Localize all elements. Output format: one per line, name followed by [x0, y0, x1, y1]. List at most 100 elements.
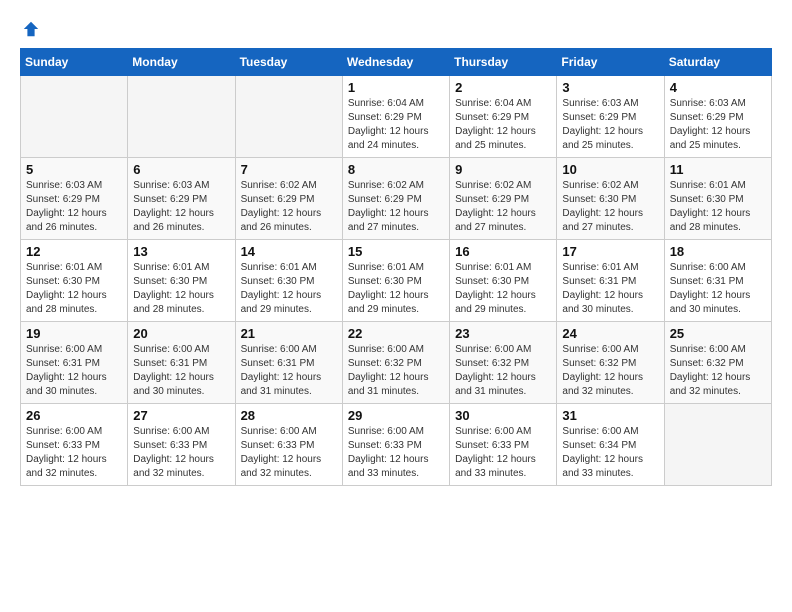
calendar-cell: 26Sunrise: 6:00 AM Sunset: 6:33 PM Dayli… — [21, 404, 128, 486]
day-number: 16 — [455, 244, 551, 259]
day-number: 21 — [241, 326, 337, 341]
calendar-cell: 13Sunrise: 6:01 AM Sunset: 6:30 PM Dayli… — [128, 240, 235, 322]
calendar-cell: 31 Sunrise: 6:00 AM Sunset: 6:34 PM Dayli… — [557, 404, 664, 486]
day-number: 29 — [348, 408, 444, 423]
day-number: 25 — [670, 326, 766, 341]
weekday-header-thursday: Thursday — [450, 49, 557, 76]
calendar-table: SundayMondayTuesdayWednesdayThursdayFrid… — [20, 48, 772, 486]
calendar-cell — [235, 76, 342, 158]
calendar-week-row: 12 Sunrise: 6:01 AM Sunset: 6:30 PM Dayli… — [21, 240, 772, 322]
calendar-week-row: 1Sunrise: 6:04 AM Sunset: 6:29 PM Daylig… — [21, 76, 772, 158]
day-info: Sunrise: 6:02 AM Sunset: 6:29 PM Dayligh… — [348, 179, 444, 235]
day-info: Sunrise: 6:00 AM Sunset: 6:33 PM Dayligh… — [133, 425, 229, 481]
calendar-cell: 6 Sunrise: 6:03 AM Sunset: 6:29 PM Daylig… — [128, 158, 235, 240]
page-header — [20, 20, 772, 38]
day-info: Sunrise: 6:01 AM Sunset: 6:30 PM Dayligh… — [455, 261, 551, 317]
day-number: 30 — [455, 408, 551, 423]
day-info: Sunrise: 6:01 AM Sunset: 6:30 PM Dayligh… — [241, 261, 337, 317]
day-number: 7 — [241, 162, 337, 177]
day-info: Sunrise: 6:02 AM Sunset: 6:30 PM Dayligh… — [562, 179, 658, 235]
day-number: 31 — [562, 408, 658, 423]
calendar-cell: 30 Sunrise: 6:00 AM Sunset: 6:33 PM Dayli… — [450, 404, 557, 486]
day-info: Sunrise: 6:01 AM Sunset: 6:31 PM Dayligh… — [562, 261, 658, 317]
day-info: Sunrise: 6:00 AM Sunset: 6:31 PM Dayligh… — [241, 343, 337, 399]
calendar-cell: 24 Sunrise: 6:00 AM Sunset: 6:32 PM Dayli… — [557, 322, 664, 404]
day-info: Sunrise: 6:03 AM Sunset: 6:29 PM Dayligh… — [133, 179, 229, 235]
day-info: Sunrise: 6:01 AM Sunset: 6:30 PM Dayligh… — [133, 261, 229, 317]
day-number: 6 — [133, 162, 229, 177]
day-info: Sunrise: 6:00 AM Sunset: 6:33 PM Dayligh… — [455, 425, 551, 481]
day-info: Sunrise: 6:00 AM Sunset: 6:33 PM Dayligh… — [26, 425, 122, 481]
day-number: 14 — [241, 244, 337, 259]
weekday-header-monday: Monday — [128, 49, 235, 76]
day-info: Sunrise: 6:00 AM Sunset: 6:31 PM Dayligh… — [26, 343, 122, 399]
calendar-week-row: 19 Sunrise: 6:00 AM Sunset: 6:31 PM Dayli… — [21, 322, 772, 404]
weekday-header-saturday: Saturday — [664, 49, 771, 76]
day-info: Sunrise: 6:02 AM Sunset: 6:29 PM Dayligh… — [455, 179, 551, 235]
calendar-cell — [128, 76, 235, 158]
day-number: 5 — [26, 162, 122, 177]
logo-icon — [22, 20, 40, 38]
calendar-cell: 10 Sunrise: 6:02 AM Sunset: 6:30 PM Dayli… — [557, 158, 664, 240]
weekday-header-wednesday: Wednesday — [342, 49, 449, 76]
day-info: Sunrise: 6:00 AM Sunset: 6:33 PM Dayligh… — [348, 425, 444, 481]
weekday-header-row: SundayMondayTuesdayWednesdayThursdayFrid… — [21, 49, 772, 76]
calendar-week-row: 5 Sunrise: 6:03 AM Sunset: 6:29 PM Daylig… — [21, 158, 772, 240]
calendar-cell: 28Sunrise: 6:00 AM Sunset: 6:33 PM Dayli… — [235, 404, 342, 486]
day-number: 22 — [348, 326, 444, 341]
weekday-header-sunday: Sunday — [21, 49, 128, 76]
day-number: 23 — [455, 326, 551, 341]
calendar-cell: 14 Sunrise: 6:01 AM Sunset: 6:30 PM Dayli… — [235, 240, 342, 322]
weekday-header-tuesday: Tuesday — [235, 49, 342, 76]
day-number: 20 — [133, 326, 229, 341]
calendar-cell: 20 Sunrise: 6:00 AM Sunset: 6:31 PM Dayli… — [128, 322, 235, 404]
calendar-week-row: 26Sunrise: 6:00 AM Sunset: 6:33 PM Dayli… — [21, 404, 772, 486]
calendar-cell: 1Sunrise: 6:04 AM Sunset: 6:29 PM Daylig… — [342, 76, 449, 158]
calendar-cell: 17Sunrise: 6:01 AM Sunset: 6:31 PM Dayli… — [557, 240, 664, 322]
day-number: 11 — [670, 162, 766, 177]
calendar-cell — [21, 76, 128, 158]
day-info: Sunrise: 6:00 AM Sunset: 6:32 PM Dayligh… — [562, 343, 658, 399]
day-number: 3 — [562, 80, 658, 95]
day-info: Sunrise: 6:00 AM Sunset: 6:31 PM Dayligh… — [133, 343, 229, 399]
day-info: Sunrise: 6:00 AM Sunset: 6:32 PM Dayligh… — [670, 343, 766, 399]
day-info: Sunrise: 6:03 AM Sunset: 6:29 PM Dayligh… — [670, 97, 766, 153]
day-number: 15 — [348, 244, 444, 259]
day-number: 10 — [562, 162, 658, 177]
calendar-cell: 16 Sunrise: 6:01 AM Sunset: 6:30 PM Dayli… — [450, 240, 557, 322]
day-number: 24 — [562, 326, 658, 341]
logo — [20, 20, 40, 38]
calendar-cell: 7 Sunrise: 6:02 AM Sunset: 6:29 PM Daylig… — [235, 158, 342, 240]
calendar-cell: 25 Sunrise: 6:00 AM Sunset: 6:32 PM Dayli… — [664, 322, 771, 404]
day-info: Sunrise: 6:04 AM Sunset: 6:29 PM Dayligh… — [455, 97, 551, 153]
day-number: 4 — [670, 80, 766, 95]
day-info: Sunrise: 6:01 AM Sunset: 6:30 PM Dayligh… — [670, 179, 766, 235]
calendar-cell — [664, 404, 771, 486]
calendar-cell: 8Sunrise: 6:02 AM Sunset: 6:29 PM Daylig… — [342, 158, 449, 240]
calendar-cell: 12 Sunrise: 6:01 AM Sunset: 6:30 PM Dayli… — [21, 240, 128, 322]
day-info: Sunrise: 6:01 AM Sunset: 6:30 PM Dayligh… — [348, 261, 444, 317]
day-info: Sunrise: 6:03 AM Sunset: 6:29 PM Dayligh… — [562, 97, 658, 153]
day-number: 27 — [133, 408, 229, 423]
day-info: Sunrise: 6:00 AM Sunset: 6:34 PM Dayligh… — [562, 425, 658, 481]
calendar-cell: 9 Sunrise: 6:02 AM Sunset: 6:29 PM Daylig… — [450, 158, 557, 240]
calendar-cell: 15 Sunrise: 6:01 AM Sunset: 6:30 PM Dayli… — [342, 240, 449, 322]
day-number: 28 — [241, 408, 337, 423]
day-info: Sunrise: 6:03 AM Sunset: 6:29 PM Dayligh… — [26, 179, 122, 235]
calendar-cell: 29 Sunrise: 6:00 AM Sunset: 6:33 PM Dayli… — [342, 404, 449, 486]
day-number: 2 — [455, 80, 551, 95]
calendar-cell: 19 Sunrise: 6:00 AM Sunset: 6:31 PM Dayli… — [21, 322, 128, 404]
day-number: 19 — [26, 326, 122, 341]
calendar-cell: 22Sunrise: 6:00 AM Sunset: 6:32 PM Dayli… — [342, 322, 449, 404]
day-number: 12 — [26, 244, 122, 259]
calendar-cell: 18Sunrise: 6:00 AM Sunset: 6:31 PM Dayli… — [664, 240, 771, 322]
day-number: 9 — [455, 162, 551, 177]
day-info: Sunrise: 6:01 AM Sunset: 6:30 PM Dayligh… — [26, 261, 122, 317]
day-info: Sunrise: 6:02 AM Sunset: 6:29 PM Dayligh… — [241, 179, 337, 235]
calendar-cell: 3 Sunrise: 6:03 AM Sunset: 6:29 PM Daylig… — [557, 76, 664, 158]
day-info: Sunrise: 6:00 AM Sunset: 6:32 PM Dayligh… — [455, 343, 551, 399]
calendar-cell: 23 Sunrise: 6:00 AM Sunset: 6:32 PM Dayli… — [450, 322, 557, 404]
day-number: 18 — [670, 244, 766, 259]
calendar-cell: 21 Sunrise: 6:00 AM Sunset: 6:31 PM Dayli… — [235, 322, 342, 404]
calendar-cell: 5 Sunrise: 6:03 AM Sunset: 6:29 PM Daylig… — [21, 158, 128, 240]
